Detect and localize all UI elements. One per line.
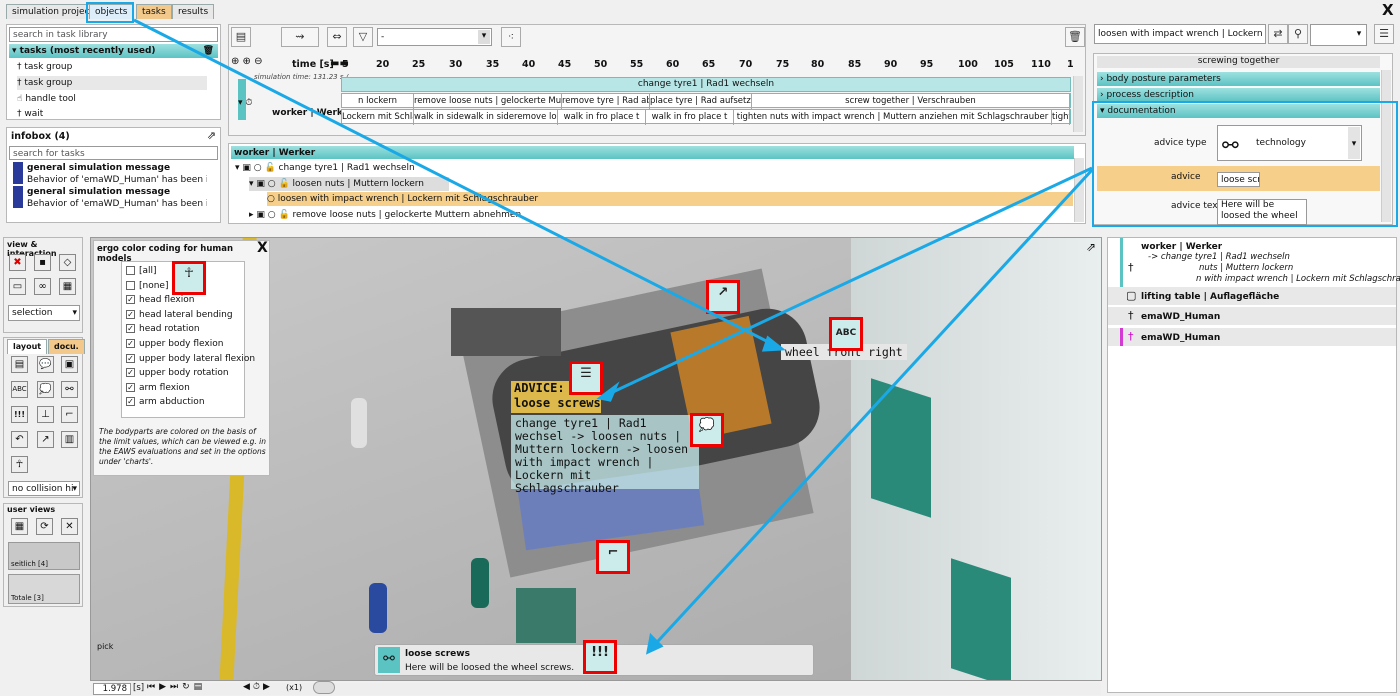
callout-line <box>646 168 1094 654</box>
callout-lines <box>133 18 1094 655</box>
callout-line <box>599 166 1093 400</box>
arrow-head <box>596 381 620 402</box>
arrow-head <box>761 335 787 352</box>
callout-line <box>133 18 783 351</box>
